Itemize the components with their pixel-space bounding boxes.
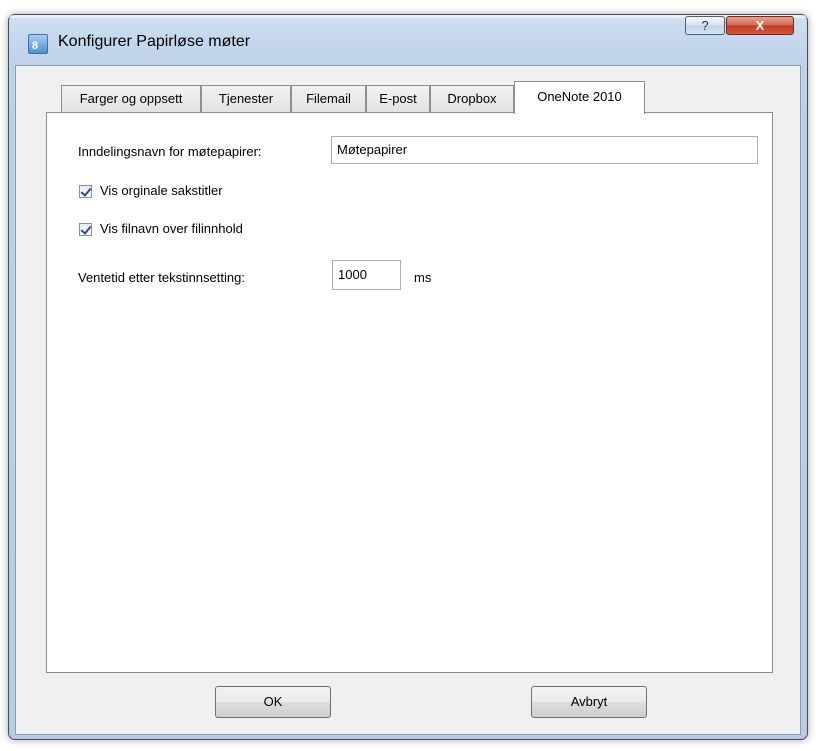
tab-tjenester[interactable]: Tjenester [201, 85, 291, 112]
tab-filemail[interactable]: Filemail [291, 85, 366, 112]
tab-e-post[interactable]: E-post [366, 85, 430, 112]
app-icon: 8 [28, 34, 48, 54]
show-filename-label[interactable]: Vis filnavn over filinnhold [100, 221, 243, 236]
wait-time-label: Ventetid etter tekstinnsetting: [78, 270, 245, 285]
wait-time-input[interactable]: 1000 [332, 260, 401, 290]
section-name-label: Inndelingsnavn for møtepapirer: [78, 144, 262, 159]
tab-dropbox[interactable]: Dropbox [430, 85, 514, 112]
tab-farger-og-oppsett[interactable]: Farger og oppsett [61, 85, 201, 112]
help-button[interactable]: ? [685, 16, 725, 35]
help-icon: ? [701, 18, 709, 33]
ok-button[interactable]: OK [215, 686, 331, 718]
show-original-titles-label[interactable]: Vis orginale sakstitler [100, 183, 223, 198]
show-filename-checkbox[interactable] [79, 223, 92, 236]
close-button[interactable]: X [726, 16, 794, 35]
show-original-titles-checkbox[interactable] [79, 185, 92, 198]
cancel-button[interactable]: Avbryt [531, 686, 647, 718]
wait-time-unit: ms [414, 270, 432, 285]
section-name-input[interactable]: Møtepapirer [331, 136, 758, 164]
window-title: Konfigurer Papirløse møter [58, 33, 251, 50]
close-icon: X [755, 18, 765, 33]
tab-onenote-2010[interactable]: OneNote 2010 [514, 81, 645, 114]
